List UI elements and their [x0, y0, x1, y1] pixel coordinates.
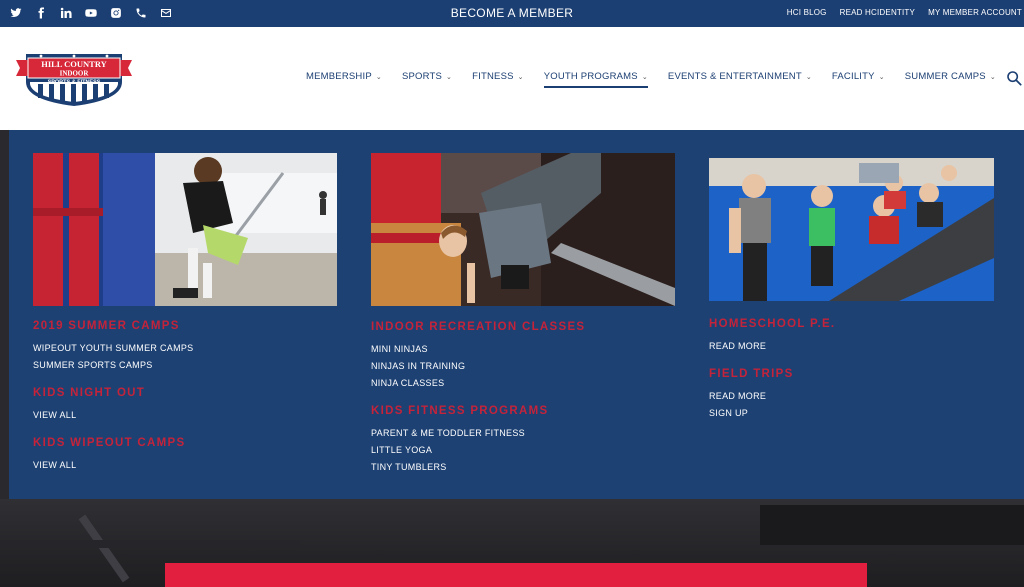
- menu-link[interactable]: NINJAS IN TRAINING: [371, 358, 675, 375]
- ninja-class-photo[interactable]: [371, 153, 675, 306]
- site-logo[interactable]: HILL COUNTRY INDOOR SPORTS & FITNESS: [16, 48, 132, 108]
- main-nav: MEMBERSHIP ⌄ SPORTS ⌄ FITNESS ⌄ YOUTH PROGR…: [306, 71, 996, 88]
- read-hcidentity-link[interactable]: READ HCIDENTITY: [840, 8, 915, 17]
- menu-group: KIDS NIGHT OUT VIEW ALL: [33, 387, 337, 424]
- chevron-down-icon: ⌄: [446, 74, 453, 81]
- hci-blog-link[interactable]: HCI BLOG: [787, 8, 827, 17]
- menu-link[interactable]: PARENT & ME TODDLER FITNESS: [371, 425, 675, 442]
- group-heading[interactable]: 2019 SUMMER CAMPS: [33, 320, 337, 332]
- menu-link[interactable]: WIPEOUT YOUTH SUMMER CAMPS: [33, 340, 337, 357]
- menu-group: KIDS FITNESS PROGRAMS PARENT & ME TODDLE…: [371, 405, 675, 476]
- nav-sports[interactable]: SPORTS ⌄: [402, 71, 452, 82]
- group-heading[interactable]: KIDS WIPEOUT CAMPS: [33, 437, 337, 449]
- homeschool-pe-photo[interactable]: [709, 158, 994, 301]
- menu-column-3: HOMESCHOOL P.E. READ MORE FIELD TRIPS RE…: [709, 158, 994, 422]
- nav-label: MEMBERSHIP: [306, 71, 372, 82]
- logo-text-line3: SPORTS & FITNESS: [48, 80, 101, 86]
- menu-column-2: INDOOR RECREATION CLASSES MINI NINJAS NI…: [371, 153, 675, 476]
- top-links: HCI BLOG READ HCIDENTITY MY MEMBER ACCOU…: [787, 8, 1022, 17]
- nav-facility[interactable]: FACILITY ⌄: [832, 71, 885, 82]
- menu-column-1: 2019 SUMMER CAMPS WIPEOUT YOUTH SUMMER C…: [33, 153, 337, 474]
- menu-group: HOMESCHOOL P.E. READ MORE: [709, 318, 994, 355]
- chevron-down-icon: ⌄: [517, 74, 524, 81]
- climbing-wall-photo[interactable]: [33, 153, 337, 306]
- nav-label: FACILITY: [831, 71, 875, 82]
- nav-label: SUMMER CAMPS: [904, 71, 986, 82]
- menu-link[interactable]: READ MORE: [709, 388, 994, 405]
- chevron-down-icon: ⌄: [878, 74, 885, 81]
- menu-link[interactable]: TINY TUMBLERS: [371, 459, 675, 476]
- logo-text-line2: INDOOR: [60, 70, 90, 78]
- menu-group: FIELD TRIPS READ MORE SIGN UP: [709, 368, 994, 422]
- nav-summer-camps[interactable]: SUMMER CAMPS ⌄: [905, 71, 996, 82]
- group-heading[interactable]: KIDS NIGHT OUT: [33, 387, 337, 399]
- nav-label: SPORTS: [401, 71, 443, 82]
- nav-label: FITNESS: [472, 71, 514, 82]
- menu-group: INDOOR RECREATION CLASSES MINI NINJAS NI…: [371, 321, 675, 392]
- site-header: HILL COUNTRY INDOOR SPORTS & FITNESS MEM…: [0, 27, 1024, 130]
- nav-label: EVENTS & ENTERTAINMENT: [667, 71, 802, 82]
- nav-youth-programs[interactable]: YOUTH PROGRAMS ⌄: [543, 71, 649, 88]
- menu-link[interactable]: VIEW ALL: [33, 407, 337, 424]
- background-beam: [760, 505, 1024, 545]
- my-member-account-link[interactable]: MY MEMBER ACCOUNT: [928, 8, 1022, 17]
- menu-link[interactable]: SIGN UP: [709, 405, 994, 422]
- chevron-down-icon: ⌄: [989, 74, 996, 81]
- chevron-down-icon: ⌄: [375, 74, 382, 81]
- youth-programs-mega-menu: 2019 SUMMER CAMPS WIPEOUT YOUTH SUMMER C…: [9, 130, 1024, 499]
- search-icon[interactable]: [1006, 70, 1022, 86]
- menu-group: KIDS WIPEOUT CAMPS VIEW ALL: [33, 437, 337, 474]
- menu-link[interactable]: VIEW ALL: [33, 457, 337, 474]
- background-beam: [0, 540, 300, 548]
- menu-link[interactable]: SUMMER SPORTS CAMPS: [33, 357, 337, 374]
- nav-label: YOUTH PROGRAMS: [543, 71, 638, 82]
- menu-link[interactable]: READ MORE: [709, 338, 994, 355]
- top-bar: BECOME A MEMBER HCI BLOG READ HCIDENTITY…: [0, 0, 1024, 27]
- cta-banner[interactable]: [165, 563, 867, 587]
- nav-events-entertainment[interactable]: EVENTS & ENTERTAINMENT ⌄: [668, 71, 812, 82]
- logo-text-line1: HILL COUNTRY: [41, 59, 107, 69]
- chevron-down-icon: ⌄: [641, 74, 648, 81]
- nav-fitness[interactable]: FITNESS ⌄: [472, 71, 524, 82]
- menu-link[interactable]: MINI NINJAS: [371, 341, 675, 358]
- group-heading[interactable]: KIDS FITNESS PROGRAMS: [371, 405, 675, 417]
- menu-link[interactable]: NINJA CLASSES: [371, 375, 675, 392]
- group-heading[interactable]: INDOOR RECREATION CLASSES: [371, 321, 675, 333]
- group-heading[interactable]: FIELD TRIPS: [709, 368, 994, 380]
- chevron-down-icon: ⌄: [805, 74, 812, 81]
- nav-membership[interactable]: MEMBERSHIP ⌄: [306, 71, 382, 82]
- group-heading[interactable]: HOMESCHOOL P.E.: [709, 318, 994, 330]
- menu-group: 2019 SUMMER CAMPS WIPEOUT YOUTH SUMMER C…: [33, 320, 337, 374]
- menu-link[interactable]: LITTLE YOGA: [371, 442, 675, 459]
